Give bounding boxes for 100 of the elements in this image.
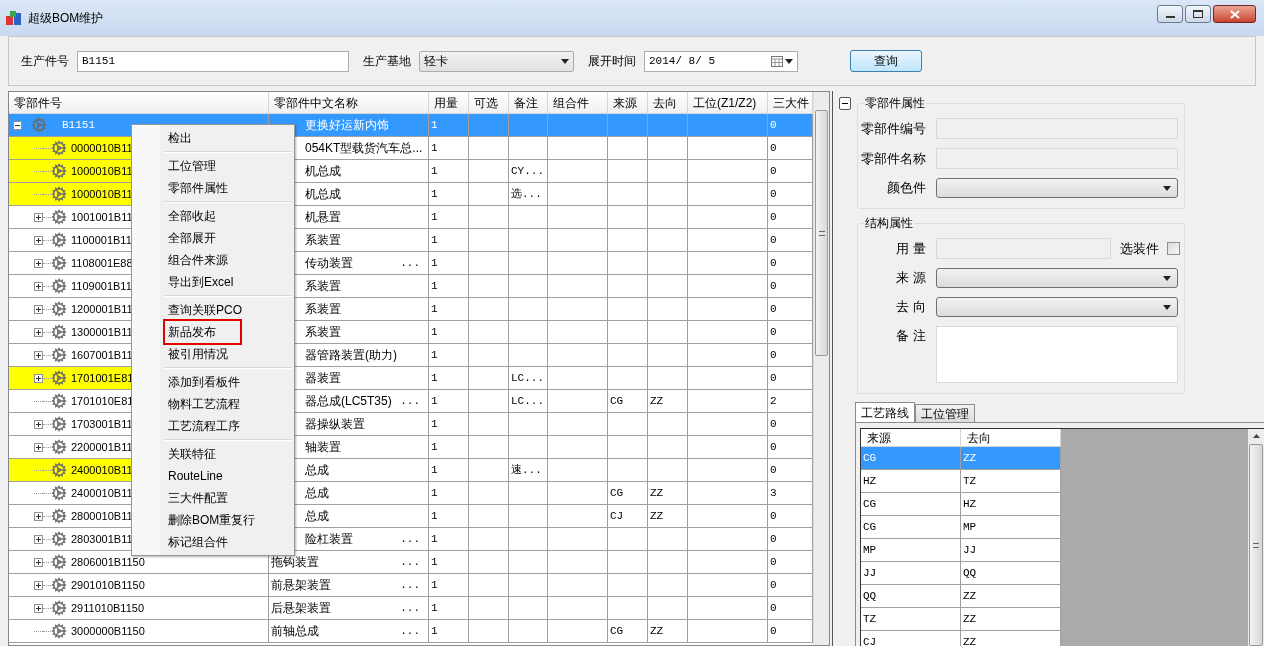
tab[interactable]: 工艺路线 [855,402,915,422]
part-number: 1001001B11 [71,209,133,225]
menu-item[interactable]: 全部展开 [165,227,219,249]
expand-icon[interactable] [34,235,43,245]
gear-icon [51,209,67,225]
table-row[interactable]: TZ ZZ [861,608,1061,631]
expand-icon[interactable] [34,511,43,521]
major-part-count: 0 [770,508,777,524]
gear-icon [51,370,67,386]
collapse-button[interactable] [839,97,851,110]
major-part-count: 0 [770,439,777,455]
date-picker[interactable]: 2014/ 8/ 5 [644,50,798,72]
major-part-count: 0 [770,301,777,317]
part-number: 1300001B11 [71,324,133,340]
dropdown-caret-icon [785,58,793,64]
query-button[interactable]: 查询 [850,50,922,72]
major-part-count: 0 [770,462,777,478]
menu-item[interactable]: 添加到看板件 [165,371,243,393]
quantity: 1 [431,370,438,386]
table-row[interactable]: 2806001B1150 拖钩装置 ... 1 0 [9,551,813,574]
maximize-button[interactable] [1185,5,1211,23]
part-number: 2800010B11 [71,508,133,524]
part-name: 系装置 [305,232,341,249]
table-row[interactable]: 2911010B1150 后悬架装置 ... 1 0 [9,597,813,620]
scrollbar[interactable] [813,92,829,645]
tab[interactable]: 工位管理 [915,404,975,422]
menu-item[interactable]: 删除BOM重复行 [165,509,259,531]
expand-icon[interactable] [34,327,43,337]
expand-icon[interactable] [34,419,43,429]
table-row[interactable]: CG MP [861,516,1061,539]
expand-icon[interactable] [34,373,43,383]
dropdown[interactable]: 轻卡 [419,50,574,72]
part-number: 1701010E81 [71,393,134,409]
ellipsis-button[interactable]: ... [400,622,426,640]
major-part-count: 0 [770,347,777,363]
collapse-icon[interactable] [13,120,22,130]
menu-item[interactable]: 工艺流程工序 [165,415,243,437]
table-row[interactable]: CG HZ [861,493,1061,516]
table-row[interactable]: JJ QQ [861,562,1061,585]
ellipsis-button[interactable]: ... [400,576,426,594]
part-name: 系装置 [305,278,341,295]
source: HZ [863,473,877,489]
part-name: 系装置 [305,324,341,341]
source: CG [863,519,877,535]
menu-item[interactable]: 物料工艺流程 [165,393,243,415]
scroll-up-icon[interactable] [1252,434,1260,438]
expand-icon[interactable] [34,350,43,360]
scrollbar[interactable] [1248,429,1264,646]
field-label: 去 向 [895,298,926,317]
input-field[interactable]: B1151 [77,50,349,72]
field-label: 零部件编号 [860,119,926,138]
menu-item[interactable]: 被引用情况 [165,343,231,365]
destination: ZZ [963,450,977,466]
expand-icon[interactable] [34,534,43,544]
dropdown-caret-icon [1163,185,1171,191]
table-row[interactable]: 3000000B1150 前轴总成 ... 1 CG ZZ 0 [9,620,813,643]
part-number: 1108001E88 [71,255,133,271]
expand-icon[interactable] [34,212,43,222]
source: CJ [863,634,877,646]
menu-item[interactable]: 查询关联PCO [165,299,245,321]
table-row[interactable]: CJ ZZ [861,631,1061,646]
table-row[interactable]: QQ ZZ [861,585,1061,608]
dropdown[interactable] [936,297,1178,317]
expand-icon[interactable] [34,304,43,314]
dropdown[interactable] [936,268,1178,288]
close-button[interactable] [1213,5,1256,23]
menu-item[interactable]: 新品发布 [165,321,240,343]
calendar-icon [771,55,783,67]
part-number: 1000010B11 [71,163,133,179]
part-name: 拖钩装置 [271,554,319,571]
minimize-button[interactable] [1157,5,1183,23]
ellipsis-button[interactable]: ... [400,392,426,410]
quantity: 1 [431,209,438,225]
part-name: 前悬架装置 [271,577,331,594]
quantity: 1 [431,163,438,179]
quantity: 1 [431,416,438,432]
part-number: 2400010B11 [71,485,133,501]
table-row[interactable]: HZ TZ [861,470,1061,493]
field-label: 生产基地 [363,53,411,70]
part-name: 总成 [305,462,329,479]
ellipsis-button[interactable]: ... [400,553,426,571]
major-part-count: 0 [770,554,777,570]
gear-icon [51,324,67,340]
expand-icon[interactable] [34,580,43,590]
ellipsis-button[interactable]: ... [400,530,426,548]
ellipsis-button[interactable]: ... [400,254,426,272]
menu-item[interactable]: 标记组合件 [165,531,231,553]
dropdown[interactable] [936,178,1178,198]
expand-icon[interactable] [34,603,43,613]
table-row[interactable]: MP JJ [861,539,1061,562]
menu-item[interactable]: 组合件来源 [165,249,231,271]
expand-icon[interactable] [34,442,43,452]
ellipsis-button[interactable]: ... [400,599,426,617]
expand-icon[interactable] [34,281,43,291]
expand-icon[interactable] [34,557,43,567]
menu-item[interactable]: 全部收起 [165,205,219,227]
table-row[interactable]: 2901010B1150 前悬架装置 ... 1 0 [9,574,813,597]
quantity: 1 [431,439,438,455]
part-name: 机总成 [305,163,341,180]
expand-icon[interactable] [34,258,43,268]
